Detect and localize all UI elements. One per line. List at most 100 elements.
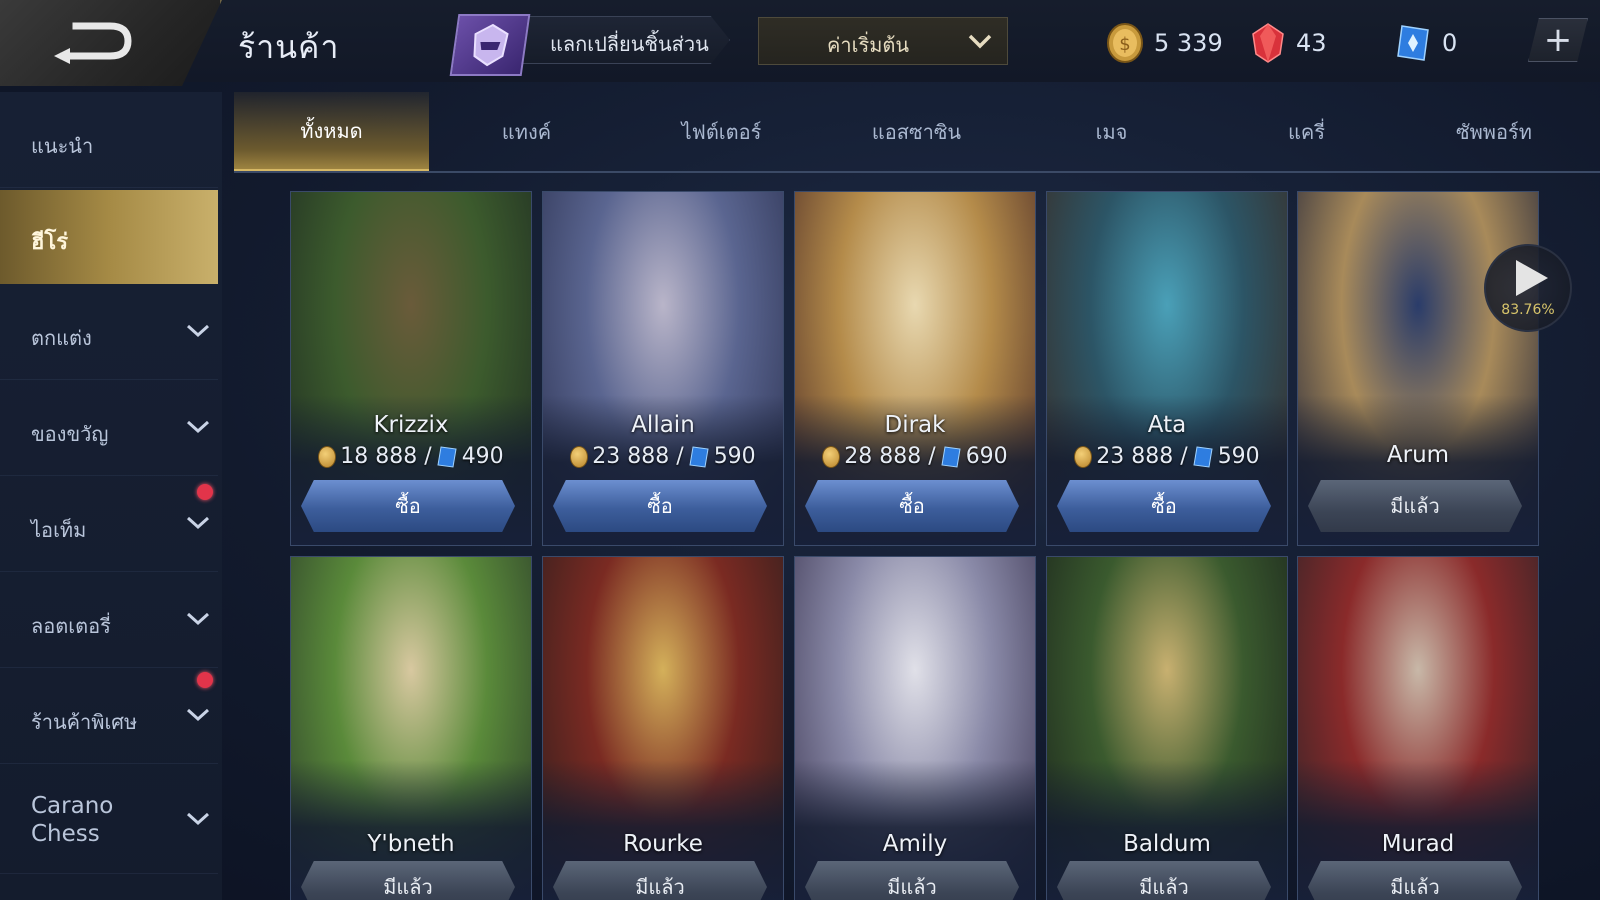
voucher-price: 590 bbox=[713, 444, 756, 469]
hero-name: Allain bbox=[631, 412, 695, 438]
hero-card-allain[interactable]: Allain 23 888 / 590 ซื้อ bbox=[542, 191, 784, 546]
play-icon bbox=[1516, 260, 1548, 296]
tab-divider bbox=[234, 171, 1600, 173]
sidebar-item-special-shop[interactable]: ร้านค้าพิเศษ bbox=[0, 668, 218, 764]
hero-card-ybneth[interactable]: Y'bneth มีแล้ว bbox=[290, 556, 532, 900]
red-diamond-icon bbox=[1252, 23, 1284, 63]
sidebar-item-label: ตกแต่ง bbox=[31, 326, 92, 350]
sidebar-item-recommended[interactable]: แนะนำ bbox=[0, 92, 218, 188]
sort-dropdown[interactable]: ค่าเริ่มต้น bbox=[758, 17, 1008, 65]
gold-amount: 5 339 bbox=[1154, 29, 1223, 57]
gold-coin-icon bbox=[822, 445, 841, 468]
helmet-icon bbox=[449, 14, 531, 76]
notification-dot bbox=[197, 484, 213, 500]
tab-all[interactable]: ทั้งหมด bbox=[234, 92, 429, 172]
chevron-down-icon bbox=[186, 420, 210, 434]
sidebar-item-carano-chess[interactable]: Carano Chess bbox=[0, 764, 218, 874]
sidebar-item-label: แนะนำ bbox=[31, 134, 94, 158]
buy-button[interactable]: ซื้อ bbox=[301, 480, 515, 532]
owned-button[interactable]: มีแล้ว bbox=[1308, 861, 1522, 900]
hero-price: 23 888 / 590 bbox=[543, 444, 783, 469]
owned-button[interactable]: มีแล้ว bbox=[301, 861, 515, 900]
blue-voucher-icon bbox=[1193, 445, 1213, 468]
gold-price: 18 888 / bbox=[340, 444, 432, 469]
voucher-amount: 0 bbox=[1442, 29, 1458, 57]
hero-card-arum[interactable]: Arum มีแล้ว bbox=[1297, 191, 1539, 546]
gold-coin-icon bbox=[1074, 445, 1093, 468]
exchange-label: แลกเปลี่ยนชิ้นส่วน bbox=[550, 32, 709, 56]
sort-value: ค่าเริ่มต้น bbox=[827, 33, 910, 57]
gold-currency: $ 5 339 bbox=[1106, 22, 1223, 64]
blue-voucher-icon bbox=[941, 445, 961, 468]
hero-card-dirak[interactable]: Dirak 28 888 / 690 ซื้อ bbox=[794, 191, 1036, 546]
exchange-fragments-button[interactable]: แลกเปลี่ยนชิ้นส่วน bbox=[449, 14, 730, 76]
chevron-down-icon bbox=[186, 516, 210, 530]
gold-coin-icon bbox=[318, 445, 337, 468]
hero-name: Y'bneth bbox=[367, 831, 455, 857]
hero-name: Murad bbox=[1381, 831, 1455, 857]
gold-price: 28 888 / bbox=[844, 444, 936, 469]
hero-name: Arum bbox=[1386, 442, 1450, 468]
sidebar-item-label: ฮีโร่ bbox=[31, 230, 69, 255]
hero-card-murad[interactable]: Murad มีแล้ว bbox=[1297, 556, 1539, 900]
blue-voucher-icon bbox=[689, 445, 709, 468]
hero-price: 18 888 / 490 bbox=[291, 444, 531, 469]
hero-name: Dirak bbox=[884, 412, 946, 438]
sidebar-item-lottery[interactable]: ลอตเตอรี่ bbox=[0, 572, 218, 668]
sidebar-item-label: Carano Chess bbox=[31, 793, 114, 847]
gold-coin-icon: $ bbox=[1107, 23, 1143, 63]
blue-voucher-icon bbox=[437, 445, 457, 468]
hero-name: Krizzix bbox=[373, 412, 449, 438]
chevron-down-icon bbox=[186, 612, 210, 626]
buy-button[interactable]: ซื้อ bbox=[1057, 480, 1271, 532]
tab-assassin[interactable]: แอสซาซิน bbox=[819, 92, 1014, 172]
voucher-price: 690 bbox=[965, 444, 1008, 469]
page-title: ร้านค้า bbox=[238, 28, 340, 66]
sidebar-item-heroes[interactable]: ฮีโร่ bbox=[0, 190, 218, 284]
hero-card-krizzix[interactable]: Krizzix 18 888 / 490 ซื้อ bbox=[290, 191, 532, 546]
plus-icon: + bbox=[1543, 20, 1573, 60]
diamond-amount: 43 bbox=[1296, 29, 1327, 57]
tab-tank[interactable]: แทงค์ bbox=[429, 92, 624, 172]
tab-support[interactable]: ซัพพอร์ท bbox=[1404, 92, 1584, 172]
hero-card-rourke[interactable]: Rourke มีแล้ว bbox=[542, 556, 784, 900]
sidebar-item-skins[interactable]: ตกแต่ง bbox=[0, 284, 218, 380]
tab-carry[interactable]: แครี่ bbox=[1209, 92, 1404, 172]
hero-price: 28 888 / 690 bbox=[795, 444, 1035, 469]
buy-button[interactable]: ซื้อ bbox=[553, 480, 767, 532]
add-currency-button[interactable]: + bbox=[1528, 18, 1588, 62]
hero-name: Baldum bbox=[1123, 831, 1211, 857]
sidebar-item-label: ลอตเตอรี่ bbox=[31, 614, 111, 638]
hero-name: Amily bbox=[882, 831, 948, 857]
gold-coin-icon bbox=[570, 445, 589, 468]
buy-button[interactable]: ซื้อ bbox=[805, 480, 1019, 532]
notification-dot bbox=[197, 672, 213, 688]
back-arrow-icon[interactable] bbox=[50, 18, 140, 64]
hero-card-baldum[interactable]: Baldum มีแล้ว bbox=[1046, 556, 1288, 900]
category-sidebar: แนะนำ ฮีโร่ ตกแต่ง ของขวัญ ไอเท็ม ลอตเตอ… bbox=[0, 92, 222, 900]
tab-mage[interactable]: เมจ bbox=[1014, 92, 1209, 172]
preview-play-button[interactable]: 83.76% bbox=[1484, 244, 1572, 332]
owned-button[interactable]: มีแล้ว bbox=[553, 861, 767, 900]
sidebar-item-gifts[interactable]: ของขวัญ bbox=[0, 380, 218, 476]
hero-name: Ata bbox=[1147, 412, 1187, 438]
hero-card-ata[interactable]: Ata 23 888 / 590 ซื้อ bbox=[1046, 191, 1288, 546]
voucher-currency: 0 bbox=[1394, 22, 1457, 64]
chevron-down-icon bbox=[186, 812, 210, 826]
sidebar-item-label: ร้านค้าพิเศษ bbox=[31, 710, 138, 734]
chevron-down-icon bbox=[968, 34, 992, 49]
svg-text:$: $ bbox=[1119, 34, 1130, 55]
hero-card-amily[interactable]: Amily มีแล้ว bbox=[794, 556, 1036, 900]
owned-button[interactable]: มีแล้ว bbox=[1308, 480, 1522, 532]
preview-progress: 83.76% bbox=[1501, 302, 1555, 318]
tab-fighter[interactable]: ไฟต์เตอร์ bbox=[624, 92, 819, 172]
sidebar-item-items[interactable]: ไอเท็ม bbox=[0, 476, 218, 572]
role-tabs: ทั้งหมด แทงค์ ไฟต์เตอร์ แอสซาซิน เมจ แคร… bbox=[234, 92, 1600, 174]
back-panel bbox=[0, 0, 222, 86]
owned-button[interactable]: มีแล้ว bbox=[805, 861, 1019, 900]
voucher-price: 590 bbox=[1217, 444, 1260, 469]
blue-voucher-icon bbox=[1397, 25, 1429, 61]
sidebar-item-label: ไอเท็ม bbox=[31, 518, 87, 542]
owned-button[interactable]: มีแล้ว bbox=[1057, 861, 1271, 900]
voucher-price: 490 bbox=[461, 444, 504, 469]
